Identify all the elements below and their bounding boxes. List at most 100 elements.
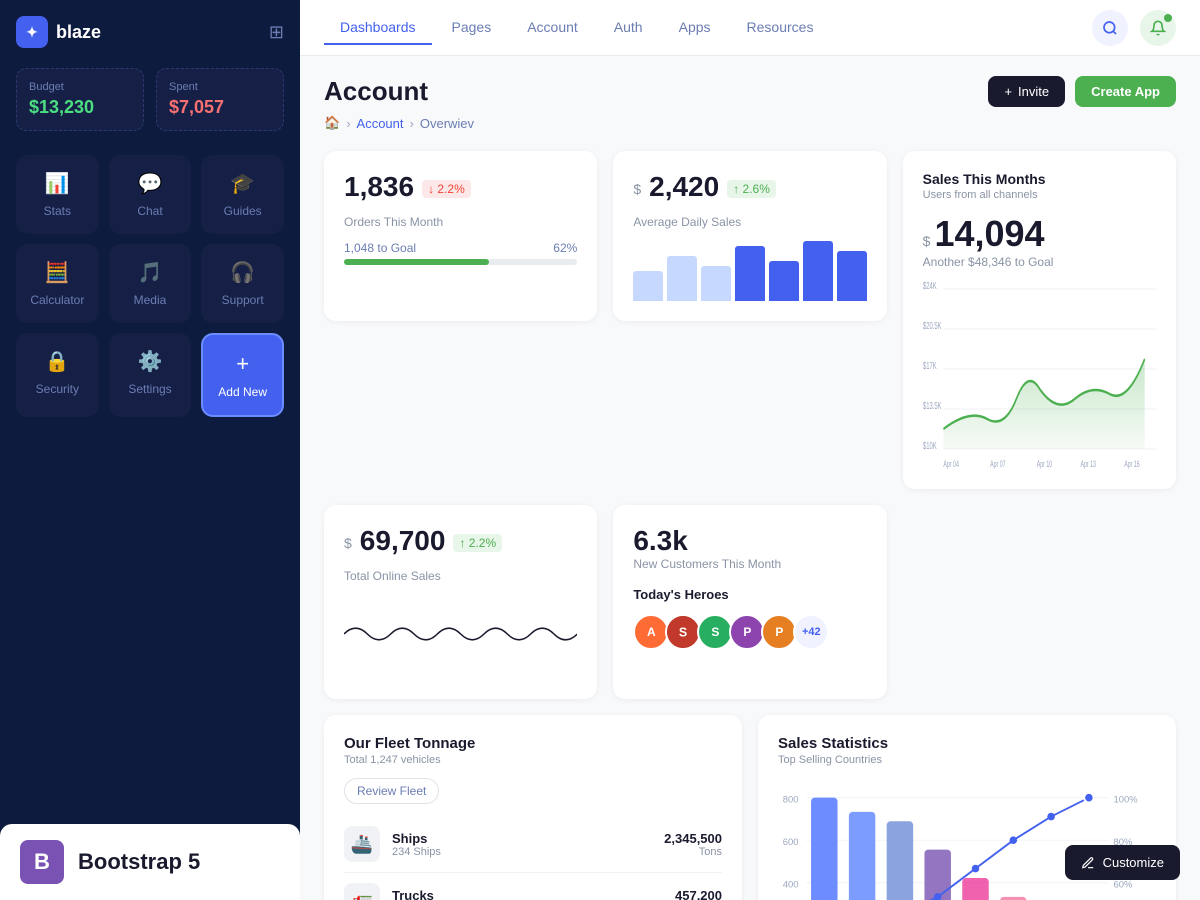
trucks-info: Trucks 1,460 Trucks <box>392 888 663 900</box>
heroes-avatars: A S S P P +42 <box>633 614 866 650</box>
svg-text:S: S <box>679 625 687 639</box>
budget-value: $13,230 <box>29 97 131 118</box>
security-label: Security <box>36 382 79 396</box>
svg-text:Apr 10: Apr 10 <box>1036 458 1051 469</box>
sidebar-item-media[interactable]: 🎵 Media <box>109 244 192 323</box>
svg-text:Apr 16: Apr 16 <box>1124 458 1139 469</box>
media-label: Media <box>134 293 167 307</box>
invite-button[interactable]: + Invite <box>988 76 1065 107</box>
support-label: Support <box>222 293 264 307</box>
topnav-auth[interactable]: Auth <box>598 11 659 45</box>
sales-month-value-row: $ 14,094 <box>923 213 1156 255</box>
svg-text:$17K: $17K <box>923 360 937 371</box>
svg-text:60%: 60% <box>1113 879 1132 890</box>
svg-text:800: 800 <box>783 794 799 805</box>
online-sales-value: 69,700 <box>360 525 446 557</box>
dollar-prefix: $ <box>633 181 641 197</box>
menu-icon[interactable]: ⊞ <box>269 22 284 43</box>
online-sales-card: $ 69,700 ↑ 2.2% Total Online Sales <box>324 505 597 699</box>
fleet-card: Our Fleet Tonnage Total 1,247 vehicles R… <box>324 715 742 900</box>
media-icon: 🎵 <box>138 260 163 285</box>
topnav-links: Dashboards Pages Account Auth Apps Resou… <box>324 11 829 45</box>
nav-grid: 📊 Stats 💬 Chat 🎓 Guides 🧮 Calculator 🎵 M… <box>16 155 284 417</box>
main-wrapper: Dashboards Pages Account Auth Apps Resou… <box>300 0 1200 900</box>
online-dollar: $ <box>344 535 352 551</box>
invite-plus-icon: + <box>1004 84 1012 99</box>
logo-icon: ✦ <box>16 16 48 48</box>
avatar-s1: S <box>665 614 701 650</box>
sidebar-item-guides[interactable]: 🎓 Guides <box>201 155 284 234</box>
settings-icon: ⚙️ <box>138 349 163 374</box>
fleet-row-ships: 🚢 Ships 234 Ships 2,345,500 Tons <box>344 816 722 873</box>
spent-label: Spent <box>169 81 271 93</box>
goal-text: 1,048 to Goal <box>344 241 416 255</box>
page-actions: + Invite Create App <box>988 76 1176 107</box>
svg-text:$20.5K: $20.5K <box>923 320 942 331</box>
sidebar-item-stats[interactable]: 📊 Stats <box>16 155 99 234</box>
support-icon: 🎧 <box>230 260 255 285</box>
stats-grid: 1,836 ↓ 2.2% Orders This Month 1,048 to … <box>324 151 1176 489</box>
sidebar-item-support[interactable]: 🎧 Support <box>201 244 284 323</box>
sidebar-item-calculator[interactable]: 🧮 Calculator <box>16 244 99 323</box>
breadcrumb-account[interactable]: Account <box>357 116 404 131</box>
topnav-pages[interactable]: Pages <box>436 11 508 45</box>
sales-month-card: Sales This Months Users from all channel… <box>903 151 1176 489</box>
sidebar: ✦ blaze ⊞ Budget $13,230 Spent $7,057 📊 … <box>0 0 300 900</box>
sales-dollar: $ <box>923 233 931 249</box>
orders-header-row: 1,836 ↓ 2.2% <box>344 171 577 207</box>
sidebar-item-add-new[interactable]: + Add New <box>201 333 284 417</box>
svg-text:600: 600 <box>783 837 799 848</box>
progress-labels: 1,048 to Goal 62% <box>344 241 577 255</box>
bootstrap-logo: B <box>20 840 64 884</box>
customize-button[interactable]: Customize <box>1065 845 1180 880</box>
bar-7 <box>837 251 867 301</box>
sidebar-item-settings[interactable]: ⚙️ Settings <box>109 333 192 417</box>
create-app-button[interactable]: Create App <box>1075 76 1176 107</box>
sidebar-item-security[interactable]: 🔒 Security <box>16 333 99 417</box>
stats-icon: 📊 <box>45 171 70 196</box>
guides-label: Guides <box>224 204 262 218</box>
page-header: Account + Invite Create App <box>324 76 1176 107</box>
customers-label: New Customers This Month <box>633 557 866 571</box>
stats-row2: $ 69,700 ↑ 2.2% Total Online Sales 6.3k <box>324 505 1176 699</box>
topnav-account[interactable]: Account <box>511 11 594 45</box>
daily-sales-value: 2,420 <box>649 171 719 203</box>
calculator-icon: 🧮 <box>45 260 70 285</box>
search-button[interactable] <box>1092 10 1128 46</box>
add-new-icon: + <box>236 351 249 377</box>
bar-4 <box>735 246 765 301</box>
topnav-resources[interactable]: Resources <box>731 11 830 45</box>
sidebar-logo: ✦ blaze <box>16 16 101 48</box>
ships-icon: 🚢 <box>344 826 380 862</box>
svg-text:400: 400 <box>783 879 799 890</box>
orders-badge: ↓ 2.2% <box>422 180 471 198</box>
salesstat-sub: Top Selling Countries <box>778 754 1156 766</box>
progress-bar-bg <box>344 259 577 265</box>
svg-text:Apr 07: Apr 07 <box>990 458 1005 469</box>
trucks-value: 457,200 Tons <box>675 888 722 900</box>
avatar-a: A <box>633 614 669 650</box>
sales-goal-text: Another $48,346 to Goal <box>923 255 1156 269</box>
svg-text:Apr 13: Apr 13 <box>1080 458 1095 469</box>
chat-icon: 💬 <box>138 171 163 196</box>
breadcrumb-home-icon[interactable]: 🏠 <box>324 115 340 131</box>
logo-text: blaze <box>56 22 101 43</box>
online-sales-label: Total Online Sales <box>344 569 577 583</box>
avatar-s2: S <box>697 614 733 650</box>
customers-heroes-card: 6.3k New Customers This Month Today's He… <box>613 505 886 699</box>
progress-bar-fill <box>344 259 489 265</box>
budget-label: Budget <box>29 81 131 93</box>
topnav-dashboards[interactable]: Dashboards <box>324 11 432 45</box>
daily-sales-header: $ 2,420 ↑ 2.6% <box>633 171 866 207</box>
sidebar-item-chat[interactable]: 💬 Chat <box>109 155 192 234</box>
customers-value: 6.3k <box>633 525 866 557</box>
notification-button[interactable] <box>1140 10 1176 46</box>
orders-label: Orders This Month <box>344 215 577 229</box>
bar-6 <box>803 241 833 301</box>
fleet-title: Our Fleet Tonnage <box>344 735 722 752</box>
notif-dot <box>1164 14 1172 22</box>
review-fleet-button[interactable]: Review Fleet <box>344 778 439 804</box>
progress-section: 1,048 to Goal 62% <box>344 241 577 265</box>
topnav-apps[interactable]: Apps <box>663 11 727 45</box>
budget-row: Budget $13,230 Spent $7,057 <box>16 68 284 131</box>
